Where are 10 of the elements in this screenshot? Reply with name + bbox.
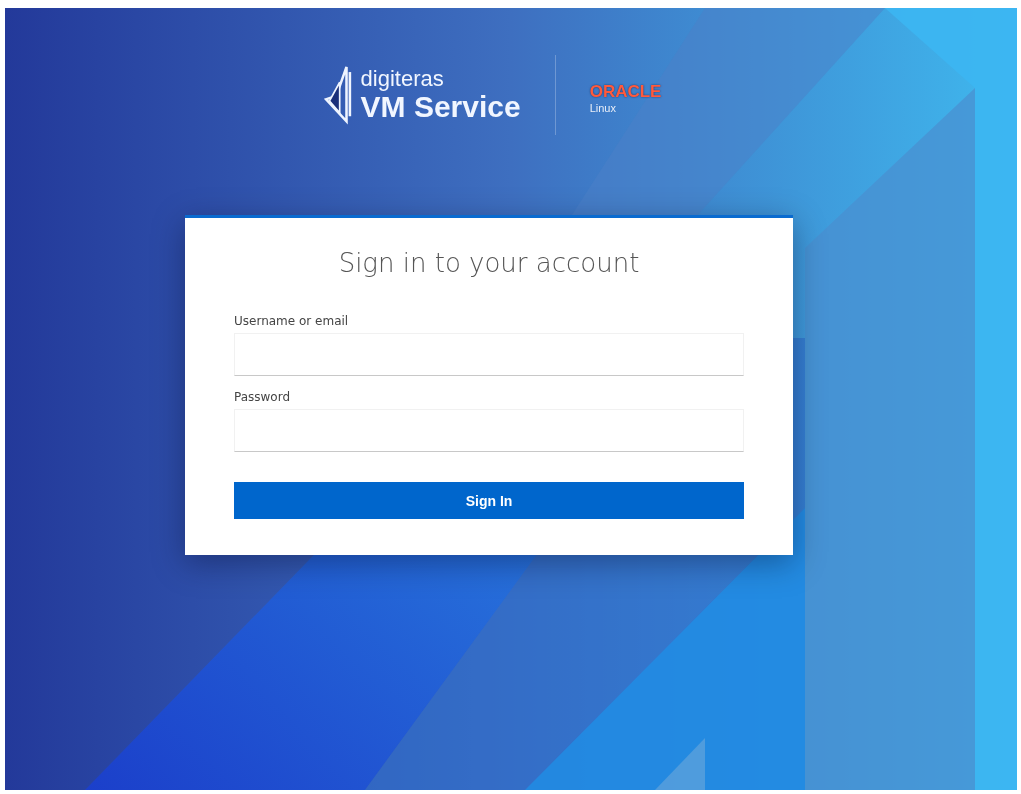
brand-name: digiteras bbox=[360, 68, 445, 90]
card-title: Sign in to your account bbox=[337, 248, 641, 278]
field-label: Password bbox=[234, 390, 292, 404]
partner-logo: ORACLE bbox=[589, 82, 662, 102]
partner-subtitle: Linux bbox=[589, 102, 617, 114]
input-field[interactable] bbox=[234, 409, 744, 452]
input-field[interactable] bbox=[234, 333, 744, 376]
field-label: Username or email bbox=[234, 314, 350, 328]
sign-in-button[interactable]: Sign In bbox=[234, 482, 744, 519]
product-name: VM Service bbox=[360, 92, 521, 122]
